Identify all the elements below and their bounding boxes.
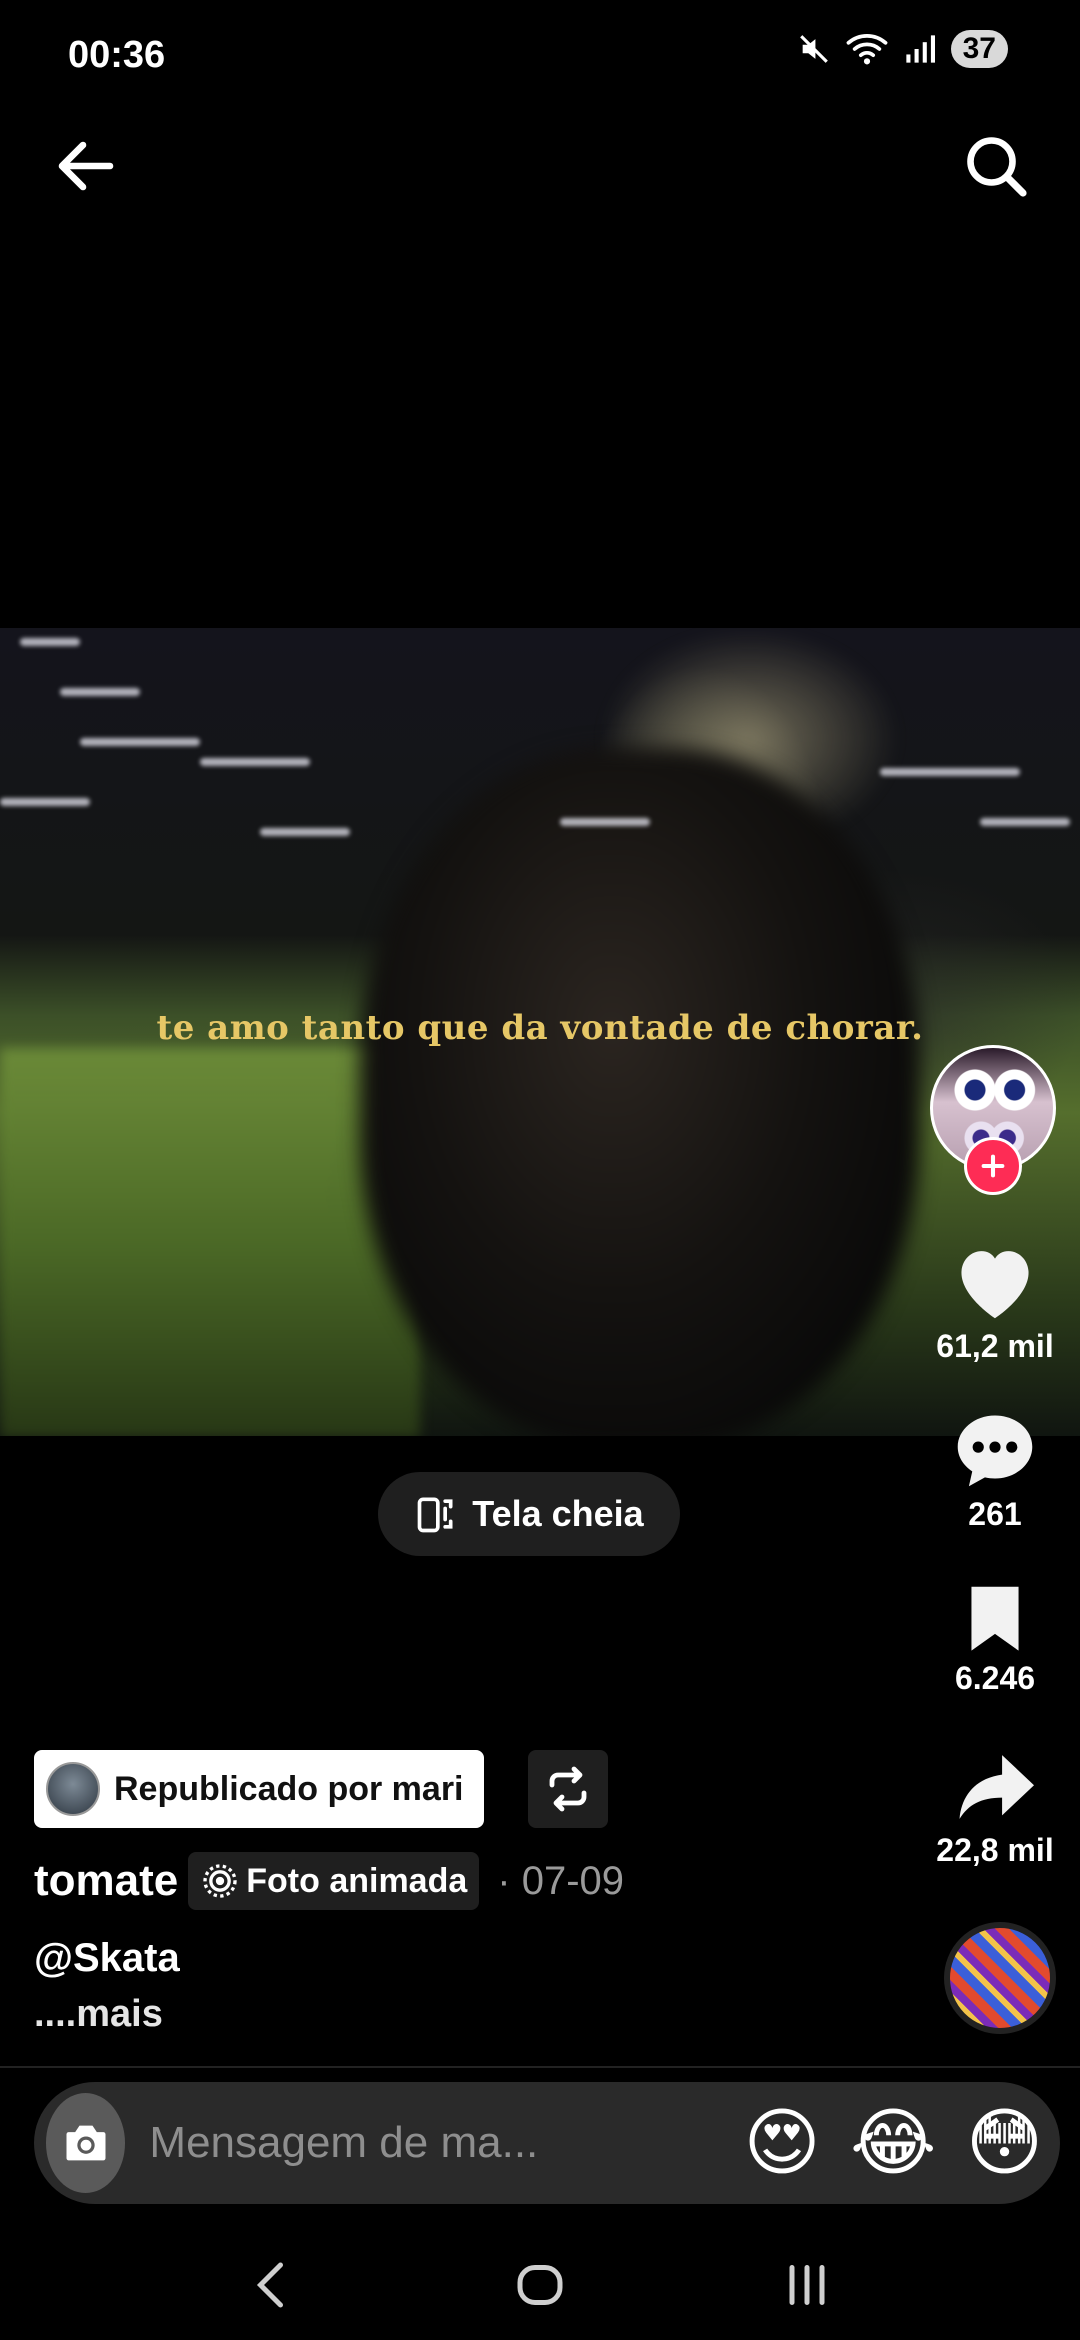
emoji-flushed[interactable]: 😳 bbox=[949, 2106, 1060, 2180]
arrow-left-icon bbox=[58, 141, 114, 191]
search-button[interactable] bbox=[960, 130, 1040, 202]
wifi-icon bbox=[846, 34, 888, 65]
plus-icon bbox=[981, 1154, 1005, 1178]
camera-icon bbox=[66, 2125, 106, 2161]
comment-count: 261 bbox=[968, 1496, 1022, 1532]
share-button[interactable]: 22,8 mil bbox=[925, 1748, 1065, 1869]
comment-icon bbox=[957, 1415, 1033, 1487]
message-input[interactable] bbox=[147, 2117, 727, 2169]
more-link[interactable]: ....mais bbox=[34, 1993, 163, 2036]
post-description[interactable]: @Skata bbox=[34, 1936, 180, 1981]
signal-icon bbox=[905, 35, 935, 63]
nav-recents-icon[interactable] bbox=[777, 2255, 837, 2315]
animated-photo-icon bbox=[203, 1864, 237, 1898]
share-icon bbox=[959, 1755, 1034, 1819]
nav-home-icon[interactable] bbox=[510, 2255, 570, 2315]
follow-button[interactable] bbox=[964, 1137, 1022, 1195]
video-subject bbox=[360, 748, 920, 1436]
like-button[interactable]: 61,2 mil bbox=[925, 1240, 1065, 1365]
nav-back-icon[interactable] bbox=[243, 2255, 303, 2315]
repost-badge[interactable]: Republicado por mari bbox=[34, 1750, 484, 1828]
bookmark-icon bbox=[971, 1586, 1019, 1651]
battery-indicator: 37 bbox=[950, 30, 1008, 68]
like-count: 61,2 mil bbox=[936, 1328, 1054, 1364]
divider bbox=[0, 2066, 1080, 2068]
fullscreen-label: Tela cheia bbox=[472, 1493, 644, 1534]
emoji-heart-eyes[interactable]: 😍 bbox=[726, 2106, 837, 2180]
music-disc[interactable] bbox=[944, 1922, 1056, 2034]
status-icons: 37 bbox=[797, 30, 1008, 68]
fullscreen-rotate-icon bbox=[417, 1497, 453, 1533]
repost-icon bbox=[549, 1766, 587, 1812]
video-grass bbox=[0, 1048, 420, 1436]
mute-icon bbox=[799, 35, 828, 63]
post-username[interactable]: tomate bbox=[34, 1856, 178, 1906]
message-bar: 😍 😂 😳 bbox=[34, 2082, 1060, 2204]
video-player[interactable]: te amo tanto que da vontade de chorar. bbox=[0, 628, 1080, 1436]
status-time: 00:36 bbox=[68, 34, 166, 76]
system-nav-bar bbox=[0, 2230, 1080, 2340]
post-meta: tomate Foto animada · 07-09 bbox=[34, 1852, 624, 1910]
comment-button[interactable]: 261 bbox=[925, 1408, 1065, 1533]
search-icon bbox=[967, 137, 1027, 197]
heart-icon bbox=[961, 1251, 1029, 1319]
share-count: 22,8 mil bbox=[936, 1832, 1054, 1868]
back-button[interactable] bbox=[50, 130, 122, 202]
save-button[interactable]: 6.246 bbox=[925, 1580, 1065, 1697]
reposter-avatar bbox=[46, 1762, 100, 1816]
post-date: · 07-09 bbox=[497, 1858, 625, 1903]
repost-toggle-button[interactable] bbox=[528, 1750, 608, 1828]
camera-button[interactable] bbox=[46, 2093, 126, 2193]
fullscreen-button[interactable]: Tela cheia bbox=[378, 1472, 680, 1556]
repost-label: Republicado por mari bbox=[114, 1769, 464, 1808]
animated-photo-badge: Foto animada bbox=[188, 1852, 480, 1910]
badge-label: Foto animada bbox=[246, 1861, 468, 1900]
emoji-tears-of-joy[interactable]: 😂 bbox=[838, 2106, 949, 2180]
video-caption: te amo tanto que da vontade de chorar. bbox=[156, 1008, 924, 1048]
creator-avatar[interactable] bbox=[930, 1045, 1056, 1195]
save-count: 6.246 bbox=[954, 1660, 1036, 1696]
